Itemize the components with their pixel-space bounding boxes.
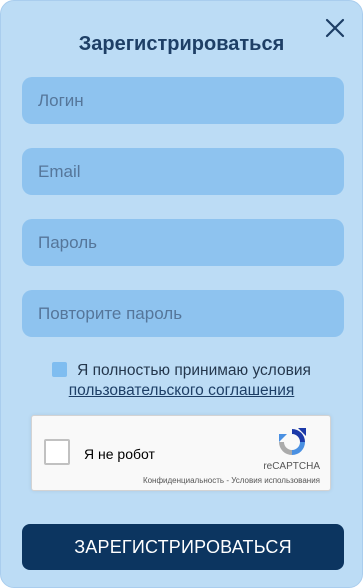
recaptcha-terms-link[interactable]: Условия использования bbox=[231, 476, 320, 485]
recaptcha-privacy-link[interactable]: Конфиденциальность bbox=[143, 476, 224, 485]
register-button[interactable]: ЗАРЕГИСТРИРОВАТЬСЯ bbox=[22, 524, 344, 570]
modal-title: Зарегистрироваться bbox=[78, 33, 285, 55]
recaptcha-logo-icon bbox=[279, 428, 306, 455]
agreement-text: Я полностью принимаю условия bbox=[77, 362, 311, 379]
recaptcha-widget: Я не робот reCAPTCHA Конфиденциальность … bbox=[31, 415, 331, 491]
agreement-block: Я полностью принимаю условия пользовател… bbox=[1, 361, 362, 401]
recaptcha-links: Конфиденциальность - Условия использован… bbox=[143, 476, 320, 485]
recaptcha-checkbox[interactable] bbox=[44, 439, 70, 465]
register-modal: Зарегистрироваться Я полностью принимаю … bbox=[0, 0, 363, 588]
email-field[interactable] bbox=[22, 148, 344, 195]
password-repeat-field[interactable] bbox=[22, 290, 344, 337]
user-agreement-link[interactable]: пользовательского соглашения bbox=[69, 382, 295, 399]
recaptcha-label: Я не робот bbox=[84, 446, 155, 462]
recaptcha-brand: reCAPTCHA bbox=[263, 461, 320, 472]
password-field[interactable] bbox=[22, 219, 344, 266]
agreement-checkbox[interactable] bbox=[52, 362, 68, 377]
login-field[interactable] bbox=[22, 77, 344, 124]
